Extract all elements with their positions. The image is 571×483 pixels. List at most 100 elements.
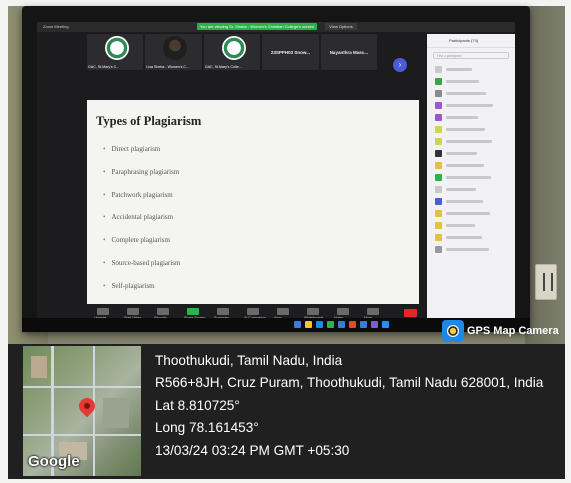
participant-avatar <box>435 65 442 73</box>
participant-name <box>446 115 478 119</box>
gps-map-camera-icon <box>442 320 464 342</box>
taskbar-app-icon[interactable] <box>338 321 345 328</box>
whiteboard-icon[interactable] <box>307 308 319 315</box>
participant-avatar <box>435 113 442 121</box>
summary-icon[interactable] <box>217 308 229 315</box>
map-building <box>31 356 47 378</box>
end-meeting-button[interactable] <box>404 309 417 317</box>
participant-thumbnails: GAC, St.Mary's C... Lisa Sheba - Women's … <box>87 34 378 70</box>
participant-thumbnail[interactable]: Lisa Sheba - Women's C... <box>145 34 202 70</box>
geotag-info: Thoothukudi, Tamil Nadu, India R566+8JH,… <box>155 350 543 462</box>
more-icon[interactable] <box>367 308 379 315</box>
next-thumbnails-button[interactable]: › <box>393 58 407 72</box>
participant-name <box>446 223 475 227</box>
participant-search-input[interactable]: Find a participant <box>433 52 509 59</box>
latitude: Lat 8.810725° <box>155 397 240 413</box>
notes-icon[interactable] <box>337 308 349 315</box>
participant-row[interactable] <box>427 75 515 87</box>
participant-video <box>163 36 188 60</box>
taskbar-app-icon[interactable] <box>382 321 389 328</box>
participant-name <box>446 247 489 251</box>
participant-row[interactable] <box>427 147 515 159</box>
participant-row[interactable] <box>427 171 515 183</box>
participant-row[interactable] <box>427 219 515 231</box>
participant-name <box>446 139 492 143</box>
participant-row[interactable] <box>427 63 515 75</box>
participant-name <box>446 211 490 215</box>
taskbar-app-icon[interactable] <box>316 321 323 328</box>
participant-avatar <box>435 233 442 241</box>
gps-badge-text: GPS Map Camera <box>467 325 559 337</box>
participant-avatar <box>435 161 442 169</box>
participant-avatar <box>435 221 442 229</box>
location-map: Google <box>23 346 141 476</box>
taskbar-app-icon[interactable] <box>327 321 334 328</box>
participant-list <box>427 63 515 255</box>
participant-row[interactable] <box>427 135 515 147</box>
participant-name <box>446 103 493 107</box>
participant-avatar <box>435 209 442 217</box>
participant-avatar <box>435 101 442 109</box>
participant-name <box>446 187 476 191</box>
thumbnail-label: Lisa Sheba - Women's C... <box>146 65 189 69</box>
shared-slide: Types of Plagiarism Direct plagiarismPar… <box>87 100 419 304</box>
participant-name <box>446 67 472 71</box>
place-name: Thoothukudi, Tamil Nadu, India <box>155 353 343 368</box>
screen-share-banner[interactable]: You are viewing Sr. Shoba - Women's Chri… <box>197 23 317 30</box>
participant-avatar <box>435 125 442 133</box>
mic-muted-icon[interactable] <box>97 308 109 315</box>
participant-thumbnail[interactable]: GAC, St.Mary's Colle... <box>203 34 261 70</box>
participant-name <box>446 175 491 179</box>
view-options-button[interactable]: View Options <box>325 23 357 30</box>
college-logo-icon <box>221 36 246 60</box>
participant-row[interactable] <box>427 111 515 123</box>
participant-row[interactable] <box>427 231 515 243</box>
taskbar-app-icon[interactable] <box>371 321 378 328</box>
participant-avatar <box>435 245 442 253</box>
thumbnail-label: GAC, St.Mary's Colle... <box>204 65 242 69</box>
taskbar-app-icon[interactable] <box>305 321 312 328</box>
participant-row[interactable] <box>427 159 515 171</box>
taskbar-app-icon[interactable] <box>349 321 356 328</box>
thumbnail-label: GAC, St.Mary's C... <box>88 65 120 69</box>
participant-row[interactable] <box>427 183 515 195</box>
participant-avatar <box>435 149 442 157</box>
video-off-icon[interactable] <box>127 308 139 315</box>
taskbar-app-icon[interactable] <box>360 321 367 328</box>
slide-bullet-list: Direct plagiarismParaphrasing plagiarism… <box>103 144 180 304</box>
slide-bullet: Paraphrasing plagiarism <box>103 167 180 190</box>
apps-icon[interactable] <box>277 308 289 315</box>
taskbar-app-icon[interactable] <box>294 321 301 328</box>
ai-companion-icon[interactable] <box>247 308 259 315</box>
participant-name <box>446 235 482 239</box>
participant-avatar <box>435 77 442 85</box>
share-screen-icon[interactable] <box>187 308 199 315</box>
participant-thumbnail[interactable]: Nayanthra Masc... <box>320 34 378 70</box>
participant-row[interactable] <box>427 243 515 255</box>
monitor: Zoom Meeting You are viewing Sr. Shoba -… <box>22 6 530 332</box>
participant-row[interactable] <box>427 87 515 99</box>
longitude: Long 78.161453° <box>155 420 259 436</box>
slide-bullet: Accidental plagiarism <box>103 212 180 235</box>
timestamp: 13/03/24 03:24 PM GMT +05:30 <box>155 442 350 458</box>
participant-row[interactable] <box>427 195 515 207</box>
participant-thumbnail[interactable]: GAC, St.Mary's C... <box>87 34 144 70</box>
map-pin-icon <box>75 394 99 418</box>
participant-row[interactable] <box>427 123 515 135</box>
participants-title: Participants (74) <box>427 34 515 48</box>
participant-avatar <box>435 185 442 193</box>
college-logo-icon <box>105 36 129 60</box>
full-address: R566+8JH, Cruz Puram, Thoothukudi, Tamil… <box>155 375 544 391</box>
participant-name <box>446 79 479 83</box>
participant-row[interactable] <box>427 99 515 111</box>
participant-thumbnail[interactable]: 23SPPH03 Snow... <box>262 34 319 70</box>
slide-bullet: Self-plagiarism <box>103 281 180 304</box>
participant-row[interactable] <box>427 207 515 219</box>
participant-avatar <box>435 89 442 97</box>
slide-bullet: Complete plagiarism <box>103 235 180 258</box>
slide-title: Types of Plagiarism <box>96 114 202 128</box>
shield-icon[interactable] <box>157 308 169 315</box>
zoom-window: Zoom Meeting You are viewing Sr. Shoba -… <box>37 22 515 322</box>
participant-avatar <box>435 137 442 145</box>
participant-name <box>446 199 483 203</box>
